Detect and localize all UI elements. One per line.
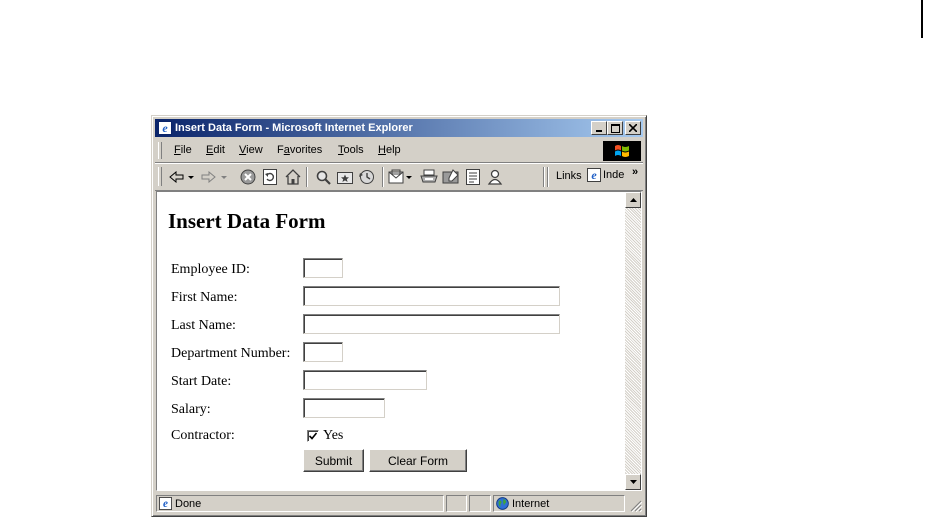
ie-page-icon: e	[587, 168, 601, 182]
first-name-label: First Name:	[171, 290, 238, 305]
svg-text:e: e	[163, 498, 168, 510]
title-bar[interactable]: e Insert Data Form - Microsoft Internet …	[155, 119, 643, 137]
status-text: Done	[175, 497, 202, 510]
menu-bar: File Edit View Favorites Tools Help	[155, 140, 643, 163]
scroll-down-button[interactable]	[625, 474, 641, 490]
contractor-checkbox[interactable]	[307, 430, 319, 442]
page-heading: Insert Data Form	[168, 209, 326, 233]
maximize-button[interactable]	[607, 121, 623, 135]
menu-grip[interactable]	[158, 142, 162, 159]
forward-icon[interactable]	[200, 168, 230, 186]
home-icon[interactable]	[283, 168, 303, 186]
contractor-label: Contractor:	[171, 428, 235, 443]
browser-window: e Insert Data Form - Microsoft Internet …	[151, 115, 647, 517]
first-name-input[interactable]	[303, 286, 560, 306]
start-date-label: Start Date:	[171, 374, 232, 389]
windows-logo-icon	[603, 141, 641, 161]
discuss-icon[interactable]	[463, 168, 483, 186]
search-icon[interactable]	[313, 168, 333, 186]
standard-toolbar: Links e Inde »	[155, 163, 643, 191]
salary-input[interactable]	[303, 398, 385, 418]
links-grip[interactable]	[547, 167, 549, 187]
status-zone-panel: Internet	[493, 495, 625, 512]
status-secure-panel	[469, 495, 491, 512]
scroll-up-button[interactable]	[625, 192, 641, 208]
svg-text:e: e	[591, 168, 597, 182]
menu-view[interactable]: View	[239, 144, 263, 156]
links-label[interactable]: Links	[556, 170, 582, 182]
favorites-icon[interactable]	[335, 168, 355, 186]
svg-text:e: e	[162, 121, 168, 135]
history-icon[interactable]	[357, 168, 377, 186]
window-controls	[591, 121, 641, 135]
toolbar-grip[interactable]	[158, 167, 162, 186]
department-number-input[interactable]	[303, 342, 343, 362]
resize-grip-icon[interactable]	[630, 500, 642, 512]
back-icon[interactable]	[168, 168, 196, 186]
employee-id-input[interactable]	[303, 258, 343, 278]
page-viewport: Insert Data Form Employee ID: First Name…	[156, 191, 642, 491]
arrow-down-icon	[629, 480, 637, 484]
links-item[interactable]: e Inde	[587, 168, 624, 182]
vertical-scrollbar[interactable]	[625, 192, 641, 490]
status-progress-panel	[446, 495, 467, 512]
web-page: Insert Data Form Employee ID: First Name…	[157, 192, 625, 490]
employee-id-label: Employee ID:	[171, 262, 250, 277]
last-name-input[interactable]	[303, 314, 560, 334]
window-title: Insert Data Form - Microsoft Internet Ex…	[175, 122, 413, 134]
mail-icon[interactable]	[387, 168, 415, 186]
last-name-label: Last Name:	[171, 318, 236, 333]
page-done-icon: e	[159, 497, 172, 510]
edit-icon[interactable]	[441, 168, 461, 186]
status-bar: e Done Internet	[155, 494, 643, 513]
security-zone-label: Internet	[512, 497, 550, 510]
submit-button[interactable]: Submit	[303, 449, 364, 472]
messenger-icon[interactable]	[485, 168, 505, 186]
clear-form-button[interactable]: Clear Form	[369, 449, 467, 472]
menu-file[interactable]: File	[174, 144, 192, 156]
menu-help[interactable]: Help	[378, 144, 401, 156]
start-date-input[interactable]	[303, 370, 427, 390]
toolbar-separator	[382, 167, 384, 187]
toolbar-separator	[306, 167, 308, 187]
menu-edit[interactable]: Edit	[206, 144, 225, 156]
arrow-up-icon	[629, 198, 637, 202]
department-number-label: Department Number:	[171, 346, 291, 361]
stop-icon[interactable]	[239, 168, 257, 186]
salary-label: Salary:	[171, 402, 211, 417]
status-main-panel: e Done	[156, 495, 444, 512]
print-icon[interactable]	[419, 168, 439, 186]
screen-edge-mark	[921, 0, 923, 38]
chevron-more-icon[interactable]: »	[632, 166, 638, 178]
minimize-button[interactable]	[591, 121, 607, 135]
toolbar-separator	[543, 167, 545, 187]
contractor-option: Yes	[307, 428, 343, 444]
internet-explorer-icon: e	[157, 120, 173, 136]
globe-icon	[496, 497, 509, 510]
menu-tools[interactable]: Tools	[338, 144, 364, 156]
contractor-option-label: Yes	[323, 428, 344, 443]
close-button[interactable]	[625, 121, 641, 135]
refresh-icon[interactable]	[261, 168, 279, 186]
menu-favorites[interactable]: Favorites	[277, 144, 322, 156]
checkmark-icon	[309, 432, 317, 440]
links-item-label: Inde	[603, 169, 625, 181]
